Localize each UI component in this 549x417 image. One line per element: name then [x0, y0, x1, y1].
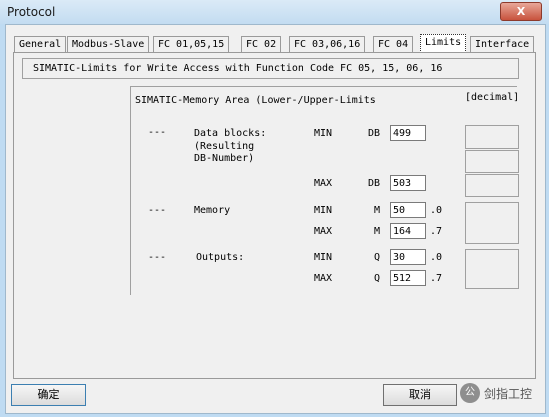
tab-fc-01-05-15[interactable]: FC 01,05,15: [153, 36, 230, 53]
title-bar: Protocol: [0, 0, 549, 24]
outputs-min-input[interactable]: 30: [390, 249, 426, 265]
close-button[interactable]: X: [500, 2, 542, 21]
outputs-max-type: Q: [374, 273, 381, 284]
data-blocks-side-box-2: [465, 150, 519, 173]
tab-modbus-slave[interactable]: Modbus-Slave: [67, 36, 150, 53]
ok-button[interactable]: 确定: [11, 384, 86, 406]
memory-label: Memory: [194, 205, 231, 216]
outputs-min-type: Q: [374, 252, 381, 263]
window-title: Protocol: [7, 5, 56, 19]
data-blocks-label-line3: DB-Number): [194, 153, 255, 164]
data-blocks-label: Data blocks:: [194, 128, 267, 139]
data-blocks-side-box-3: [465, 174, 519, 197]
memory-max-type: M: [374, 226, 381, 237]
memory-max-bit: .7: [430, 226, 443, 237]
memory-max-input[interactable]: 164: [390, 223, 426, 239]
limits-header-text: SIMATIC-Limits for Write Access with Fun…: [33, 63, 443, 74]
memory-min-type: M: [374, 205, 381, 216]
data-blocks-max-label: MAX: [314, 178, 333, 189]
outputs-max-input[interactable]: 512: [390, 270, 426, 286]
data-blocks-max-type: DB: [368, 178, 381, 189]
memory-min-input[interactable]: 50: [390, 202, 426, 218]
data-blocks-max-input[interactable]: 503: [390, 175, 426, 191]
memory-min-bit: .0: [430, 205, 443, 216]
outputs-label: Outputs:: [196, 252, 245, 263]
outputs-side-box: [465, 249, 519, 289]
data-blocks-dashes: ---: [148, 127, 167, 138]
outputs-dashes: ---: [148, 252, 167, 263]
outputs-max-label: MAX: [314, 273, 333, 284]
data-blocks-min-label: MIN: [314, 128, 333, 139]
data-blocks-label-line2: (Resulting: [194, 141, 255, 152]
outputs-min-label: MIN: [314, 252, 333, 263]
tab-fc-02[interactable]: FC 02: [241, 36, 282, 53]
tab-fc-03-06-16[interactable]: FC 03,06,16: [289, 36, 366, 53]
tab-general[interactable]: General: [14, 36, 67, 53]
outputs-min-bit: .0: [430, 252, 443, 263]
memory-max-label: MAX: [314, 226, 333, 237]
memory-area-panel: SIMATIC-Memory Area (Lower-/Upper-Limits…: [130, 86, 520, 295]
tab-fc-04[interactable]: FC 04: [373, 36, 414, 53]
memory-dashes: ---: [148, 205, 167, 216]
watermark-text: 剑指工控: [484, 386, 533, 401]
cancel-button[interactable]: 取消: [383, 384, 457, 406]
memory-side-box: [465, 202, 519, 244]
tab-limits[interactable]: Limits: [420, 34, 467, 53]
memory-area-unit: [decimal]: [465, 92, 520, 103]
data-blocks-min-input[interactable]: 499: [390, 125, 426, 141]
tab-interface[interactable]: Interface: [470, 36, 535, 53]
watermark: 公 剑指工控: [460, 383, 532, 403]
limits-group-header: SIMATIC-Limits for Write Access with Fun…: [22, 58, 519, 79]
watermark-logo-icon: 公: [460, 383, 480, 403]
outputs-max-bit: .7: [430, 273, 443, 284]
data-blocks-min-type: DB: [368, 128, 381, 139]
memory-min-label: MIN: [314, 205, 333, 216]
memory-area-header: SIMATIC-Memory Area (Lower-/Upper-Limits: [135, 95, 376, 106]
data-blocks-side-box-1: [465, 125, 519, 149]
